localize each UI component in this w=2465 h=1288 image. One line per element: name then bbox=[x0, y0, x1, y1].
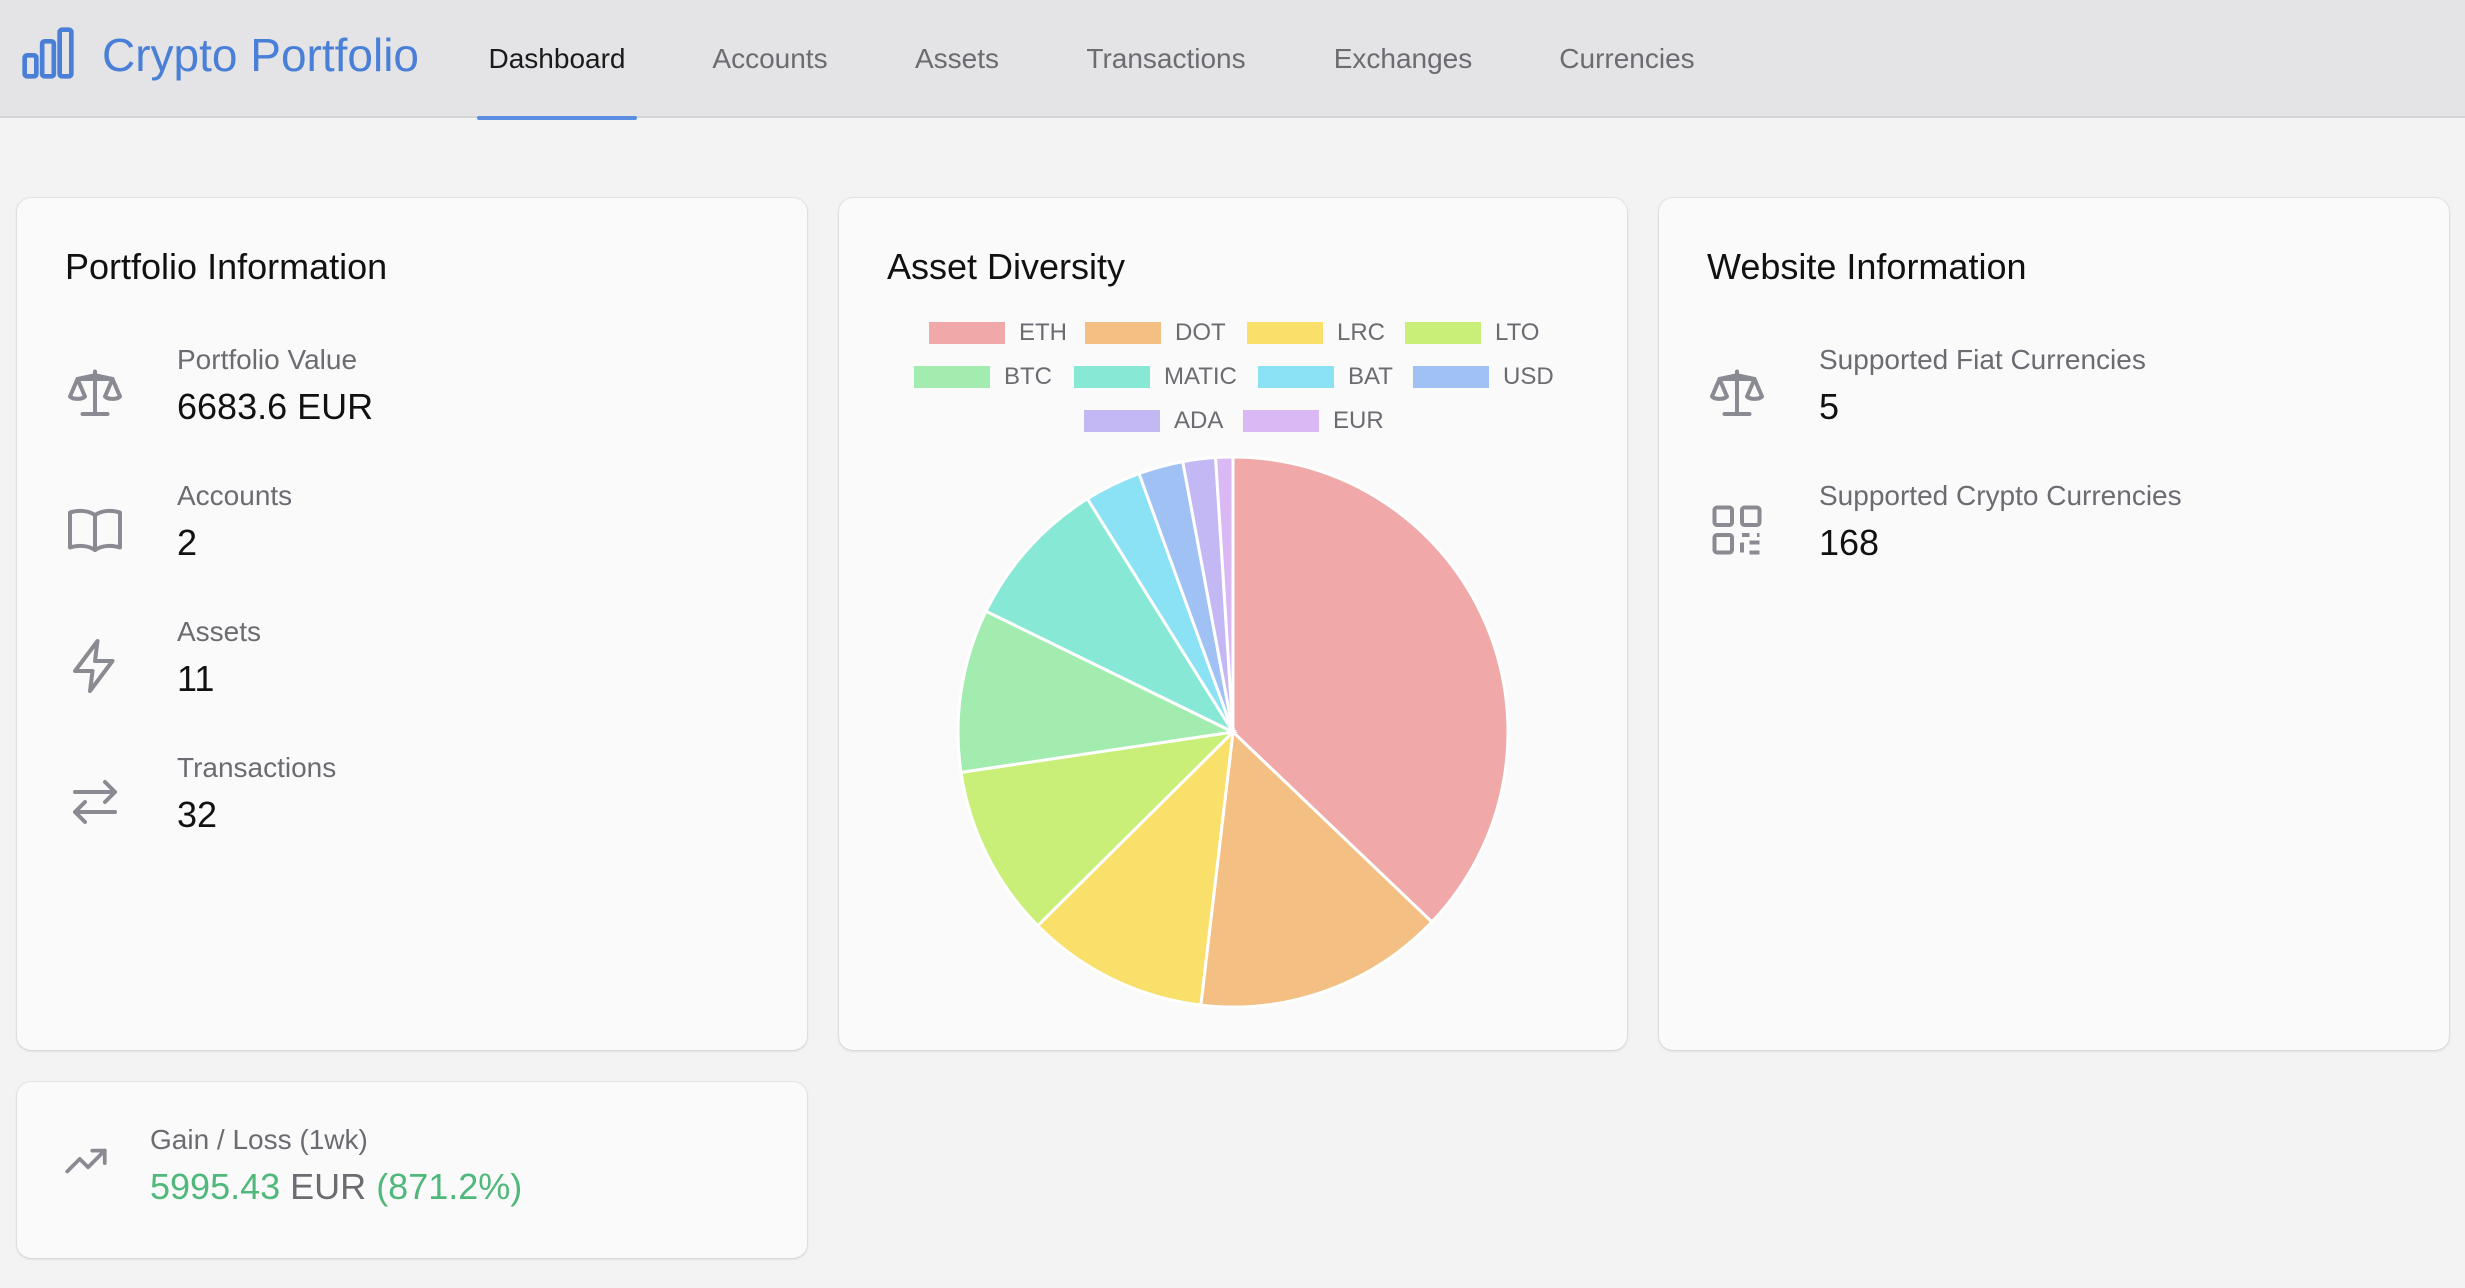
stat-value: 11 bbox=[177, 658, 215, 699]
stat-portfolio-value: Portfolio Value 6683.6 EUR bbox=[65, 344, 765, 454]
asset-diversity-card: Asset Diversity ETH DOT LRC LTO BTC MATIC BAT U… bbox=[839, 198, 1627, 1050]
stat-value: 32 bbox=[177, 794, 218, 835]
stat-crypto-currencies: Supported Crypto Currencies 168 bbox=[1707, 480, 2407, 590]
gain-loss-card: Gain / Loss (1wk) 5995.43 EUR (871.2%) bbox=[17, 1082, 807, 1258]
asset-pie-chart bbox=[956, 455, 1510, 1009]
brand[interactable]: Crypto Portfolio bbox=[20, 20, 419, 90]
card-title: Website Information bbox=[1707, 246, 2027, 287]
gain-loss-label: Gain / Loss (1wk) bbox=[150, 1124, 368, 1155]
stat-value: 168 bbox=[1819, 522, 1880, 563]
gain-percent: (871.2%) bbox=[376, 1166, 523, 1207]
top-navbar: Crypto Portfolio Dashboard Accounts Asse… bbox=[0, 0, 2465, 120]
arrows-exchange-icon bbox=[65, 772, 125, 832]
gain-amount: 5995.43 bbox=[150, 1166, 281, 1207]
tab-accounts[interactable]: Accounts bbox=[699, 0, 841, 118]
tab-exchanges[interactable]: Exchanges bbox=[1320, 0, 1486, 118]
scale-icon bbox=[65, 364, 125, 424]
tab-currencies[interactable]: Currencies bbox=[1545, 0, 1709, 118]
stat-transactions: Transactions 32 bbox=[65, 752, 765, 862]
stat-accounts: Accounts 2 bbox=[65, 480, 765, 590]
tab-transactions[interactable]: Transactions bbox=[1072, 0, 1260, 118]
tab-assets[interactable]: Assets bbox=[900, 0, 1014, 118]
app-title: Crypto Portfolio bbox=[102, 29, 420, 81]
stat-value: 5 bbox=[1819, 386, 1840, 427]
stat-label: Assets bbox=[177, 616, 262, 647]
scale-icon bbox=[1707, 364, 1767, 424]
bar-chart-icon bbox=[20, 25, 76, 86]
gain-loss-value: 5995.43 EUR (871.2%) bbox=[150, 1166, 522, 1208]
stat-value: 2 bbox=[177, 522, 198, 563]
stat-assets: Assets 11 bbox=[65, 616, 765, 726]
stat-label: Accounts bbox=[177, 480, 293, 511]
stat-label: Supported Crypto Currencies bbox=[1819, 480, 2182, 511]
trending-up-icon bbox=[61, 1136, 111, 1186]
qr-code-icon bbox=[1707, 500, 1767, 560]
stat-value: 6683.6 EUR bbox=[177, 386, 374, 427]
stat-label: Supported Fiat Currencies bbox=[1819, 344, 2146, 375]
stat-fiat-currencies: Supported Fiat Currencies 5 bbox=[1707, 344, 2407, 454]
tab-dashboard[interactable]: Dashboard bbox=[477, 0, 637, 120]
stat-label: Portfolio Value bbox=[177, 344, 358, 375]
portfolio-information-card: Portfolio Information Portfolio Value 66… bbox=[17, 198, 807, 1050]
card-title: Portfolio Information bbox=[65, 246, 388, 287]
website-information-card: Website Information Supported Fiat Curre… bbox=[1659, 198, 2449, 1050]
stat-label: Transactions bbox=[177, 752, 337, 783]
gain-currency: EUR bbox=[290, 1166, 367, 1207]
book-icon bbox=[65, 500, 125, 560]
lightning-icon bbox=[65, 636, 125, 696]
